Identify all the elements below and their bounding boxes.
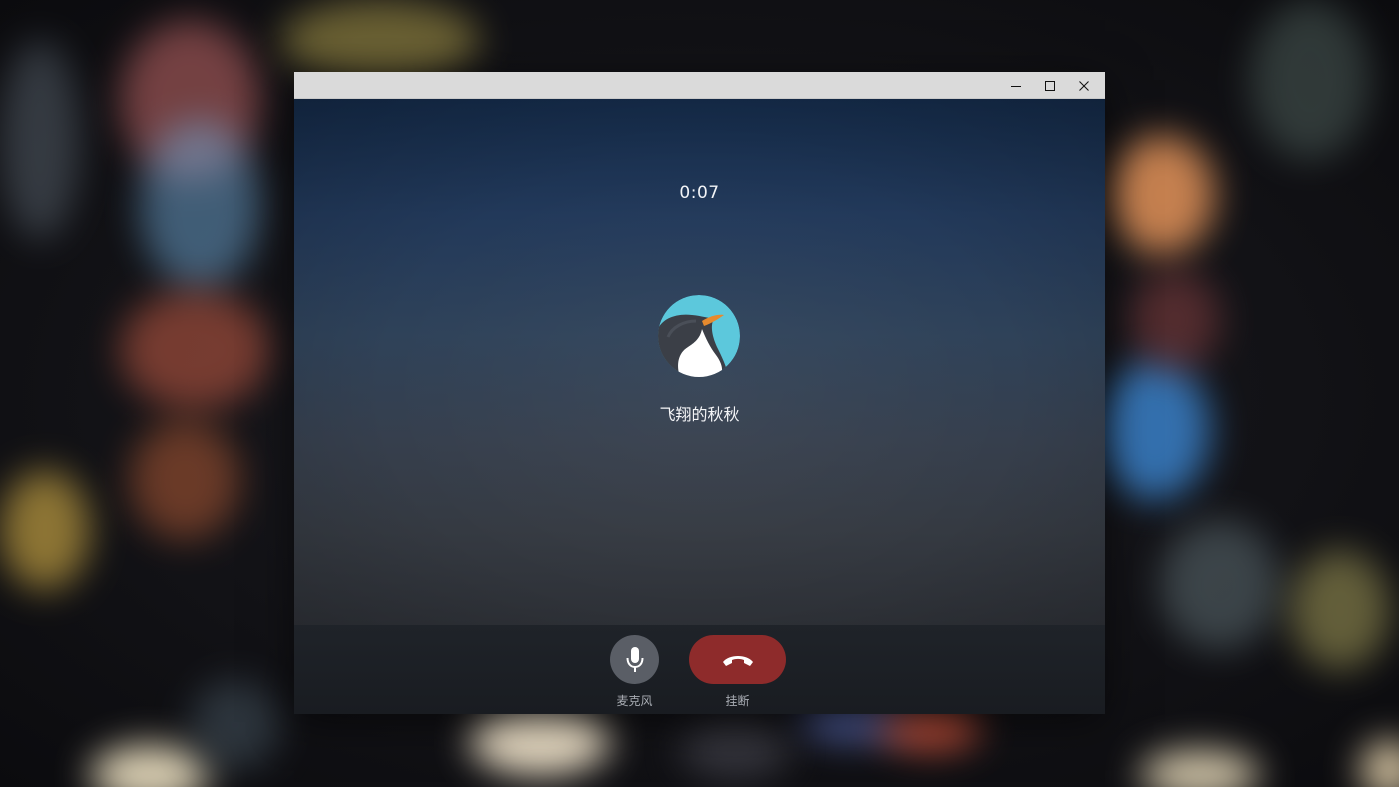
call-controls-bar: 麦克风 挂断	[294, 625, 1105, 714]
close-icon	[1079, 80, 1089, 91]
bokeh-light	[130, 420, 240, 540]
call-timer: 0:07	[679, 183, 720, 203]
hangup-label: 挂断	[725, 694, 750, 708]
bokeh-light	[190, 680, 280, 770]
phone-hangup-icon	[722, 655, 753, 666]
contact-avatar[interactable]	[658, 295, 740, 377]
penguin-avatar-icon	[658, 295, 740, 377]
call-panel: 0:07 飞翔的秋秋	[294, 99, 1105, 625]
maximize-button[interactable]	[1033, 72, 1067, 99]
microphone-button[interactable]	[610, 635, 659, 684]
contact-name: 飞翔的秋秋	[659, 405, 740, 424]
bokeh-light	[0, 40, 80, 240]
bokeh-light	[280, 0, 480, 80]
desktop-background: 0:07 飞翔的秋秋 麦克风 挂断	[0, 0, 1399, 787]
bokeh-light	[1160, 520, 1280, 650]
bokeh-light	[1290, 550, 1390, 670]
bokeh-light	[1360, 740, 1399, 787]
microphone-label: 麦克风	[616, 694, 653, 708]
bokeh-light	[140, 120, 260, 290]
maximize-icon	[1045, 80, 1055, 91]
minimize-button[interactable]	[999, 72, 1033, 99]
minimize-icon	[1011, 85, 1021, 87]
hangup-button[interactable]	[689, 635, 786, 684]
bokeh-light	[1130, 270, 1220, 370]
bokeh-light	[680, 720, 790, 780]
bokeh-light	[0, 470, 90, 590]
bokeh-light	[120, 290, 270, 410]
bokeh-light	[90, 745, 210, 787]
call-window: 0:07 飞翔的秋秋 麦克风 挂断	[294, 72, 1105, 714]
bokeh-light	[470, 705, 610, 775]
microphone-icon	[626, 646, 643, 672]
bokeh-light	[1140, 750, 1260, 787]
title-bar[interactable]	[294, 72, 1105, 99]
bokeh-light	[1110, 135, 1215, 255]
bokeh-light	[1100, 360, 1210, 500]
close-button[interactable]	[1067, 72, 1101, 99]
bokeh-light	[1250, 0, 1370, 160]
